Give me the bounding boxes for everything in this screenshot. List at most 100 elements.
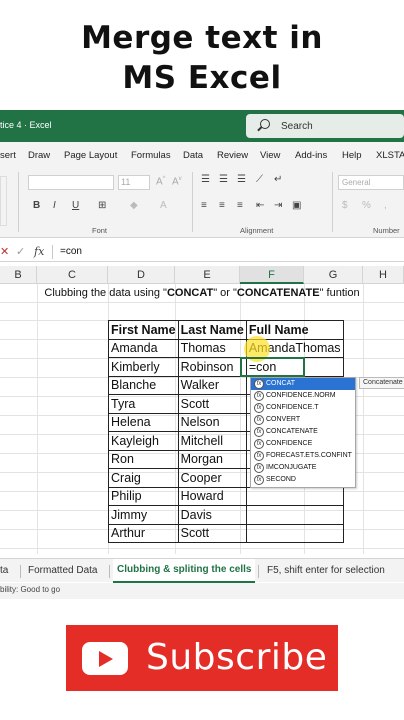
align-right-icon[interactable]: ≡ bbox=[237, 200, 243, 211]
column-header-D[interactable]: D bbox=[108, 266, 175, 284]
cell-last-name[interactable]: Cooper bbox=[177, 468, 247, 488]
cell-first-name[interactable]: Craig bbox=[108, 468, 179, 488]
cell-last-name[interactable]: Thomas bbox=[177, 338, 247, 358]
autocomplete-item[interactable]: fx CONCATENATE bbox=[251, 426, 355, 438]
underline-button[interactable]: U bbox=[72, 200, 79, 211]
function-icon: fx bbox=[254, 391, 264, 401]
borders-icon[interactable]: ⊞ bbox=[98, 200, 106, 211]
table-row: Arthur Scott bbox=[108, 523, 344, 543]
header-first-name[interactable]: First Name bbox=[108, 320, 179, 340]
function-icon: fx bbox=[254, 463, 264, 473]
tab-draw[interactable]: Draw bbox=[28, 150, 50, 161]
currency-icon[interactable]: $ bbox=[342, 200, 348, 211]
header-last-name[interactable]: Last Name bbox=[177, 320, 247, 340]
sheet-tab-formatted-data[interactable]: Formatted Data bbox=[28, 565, 97, 576]
sheet-tab-f5-shift-enter[interactable]: F5, shift enter for selection bbox=[267, 565, 385, 576]
status-bar: bility: Good to go bbox=[0, 583, 404, 599]
cell-first-name[interactable]: Jimmy bbox=[108, 505, 179, 525]
tab-data[interactable]: Data bbox=[183, 150, 203, 161]
cell-last-name[interactable]: Walker bbox=[177, 375, 247, 395]
bold-button[interactable]: B bbox=[33, 200, 40, 211]
autocomplete-item[interactable]: fx SECOND bbox=[251, 474, 355, 486]
number-format-select[interactable]: General bbox=[338, 175, 404, 190]
insert-function-icon[interactable]: fx bbox=[34, 245, 44, 258]
search-box[interactable]: Search bbox=[246, 114, 404, 138]
cell-full-name[interactable] bbox=[245, 505, 344, 525]
cell-last-name[interactable]: Davis bbox=[177, 505, 247, 525]
tab-help[interactable]: Help bbox=[342, 150, 362, 161]
align-middle-icon[interactable]: ☰ bbox=[219, 174, 228, 185]
font-size-value: 11 bbox=[121, 177, 131, 187]
font-group-label: Font bbox=[92, 226, 108, 235]
cell-first-name[interactable]: Blanche bbox=[108, 375, 179, 395]
tab-formulas[interactable]: Formulas bbox=[131, 150, 171, 161]
formula-input[interactable]: =con bbox=[60, 246, 82, 257]
cell-full-name[interactable] bbox=[245, 486, 344, 506]
cell-first-name[interactable]: Amanda bbox=[108, 338, 179, 358]
decrease-indent-icon[interactable]: ⇤ bbox=[256, 200, 264, 211]
autocomplete-item[interactable]: fx IMCONJUGATE bbox=[251, 462, 355, 474]
active-cell-outline[interactable] bbox=[240, 357, 305, 377]
sheet-title-func-concat: CONCAT bbox=[166, 287, 214, 299]
play-triangle bbox=[99, 651, 113, 667]
sheet-tab-clubbing-spliting[interactable]: Clubbing & spliting the cells bbox=[113, 559, 256, 583]
tab-view[interactable]: View bbox=[260, 150, 280, 161]
tab-page-layout[interactable]: Page Layout bbox=[64, 150, 117, 161]
font-color-icon[interactable]: A bbox=[160, 200, 167, 211]
wrap-text-icon[interactable]: ↵ bbox=[274, 174, 282, 185]
autocomplete-item[interactable]: fx CONFIDENCE bbox=[251, 438, 355, 450]
tab-review[interactable]: Review bbox=[217, 150, 248, 161]
font-name-select[interactable] bbox=[28, 175, 114, 190]
column-header-H[interactable]: H bbox=[363, 266, 404, 284]
column-header-G[interactable]: G bbox=[304, 266, 363, 284]
autocomplete-item[interactable]: fx CONFIDENCE.NORM bbox=[251, 390, 355, 402]
tab-insert[interactable]: sert bbox=[0, 150, 16, 161]
autocomplete-item-concat[interactable]: fx CONCAT bbox=[251, 378, 355, 390]
decrease-font-icon[interactable]: Av bbox=[172, 176, 182, 187]
cell-first-name[interactable]: Kimberly bbox=[108, 357, 179, 377]
sheet-title-func-concatenate: CONCATENATE bbox=[236, 287, 320, 299]
cell-last-name[interactable]: Scott bbox=[177, 394, 247, 414]
tab-xlstat[interactable]: XLSTAT bbox=[376, 150, 404, 161]
cell-last-name[interactable]: Nelson bbox=[177, 412, 247, 432]
cell-first-name[interactable]: Ron bbox=[108, 449, 179, 469]
align-top-icon[interactable]: ☰ bbox=[201, 174, 210, 185]
align-left-icon[interactable]: ≡ bbox=[201, 200, 207, 211]
search-icon bbox=[260, 119, 270, 129]
tab-add-ins[interactable]: Add-ins bbox=[295, 150, 327, 161]
cell-last-name[interactable]: Mitchell bbox=[177, 431, 247, 451]
sheet-tab[interactable]: ta bbox=[0, 565, 8, 576]
cell-first-name[interactable]: Kayleigh bbox=[108, 431, 179, 451]
cell-last-name[interactable]: Howard bbox=[177, 486, 247, 506]
enter-icon[interactable]: ✓ bbox=[16, 245, 25, 258]
percent-icon[interactable]: % bbox=[362, 200, 371, 211]
column-header-C[interactable]: C bbox=[37, 266, 108, 284]
cell-first-name[interactable]: Tyra bbox=[108, 394, 179, 414]
increase-indent-icon[interactable]: ⇥ bbox=[274, 200, 282, 211]
autocomplete-item[interactable]: fx CONVERT bbox=[251, 414, 355, 426]
comma-icon[interactable]: , bbox=[384, 200, 387, 211]
orientation-icon[interactable]: ⟋ bbox=[256, 174, 263, 185]
gridline bbox=[0, 302, 404, 303]
merge-center-icon[interactable]: ▣ bbox=[292, 200, 301, 211]
fill-color-icon[interactable]: ◆ bbox=[130, 200, 138, 211]
autocomplete-item[interactable]: fx FORECAST.ETS.CONFINT bbox=[251, 450, 355, 462]
align-center-icon[interactable]: ≡ bbox=[219, 200, 225, 211]
cell-first-name[interactable]: Philip bbox=[108, 486, 179, 506]
cell-last-name[interactable]: Scott bbox=[177, 523, 247, 543]
increase-font-icon[interactable]: A^ bbox=[156, 176, 166, 187]
cell-full-name[interactable] bbox=[245, 523, 344, 543]
autocomplete-item[interactable]: fx CONFIDENCE.T bbox=[251, 402, 355, 414]
column-header-B[interactable]: B bbox=[0, 266, 37, 284]
cell-last-name[interactable]: Robinson bbox=[177, 357, 247, 377]
cell-first-name[interactable]: Arthur bbox=[108, 523, 179, 543]
cell-last-name[interactable]: Morgan bbox=[177, 449, 247, 469]
column-header-E[interactable]: E bbox=[175, 266, 240, 284]
cell-first-name[interactable]: Helena bbox=[108, 412, 179, 432]
font-size-select[interactable]: 11 bbox=[118, 175, 150, 190]
subscribe-button[interactable]: Subscribe bbox=[66, 625, 338, 691]
italic-button[interactable]: I bbox=[53, 200, 56, 211]
align-bottom-icon[interactable]: ☰ bbox=[237, 174, 246, 185]
column-header-F[interactable]: F bbox=[240, 266, 304, 284]
cancel-icon[interactable]: ✕ bbox=[0, 245, 9, 258]
